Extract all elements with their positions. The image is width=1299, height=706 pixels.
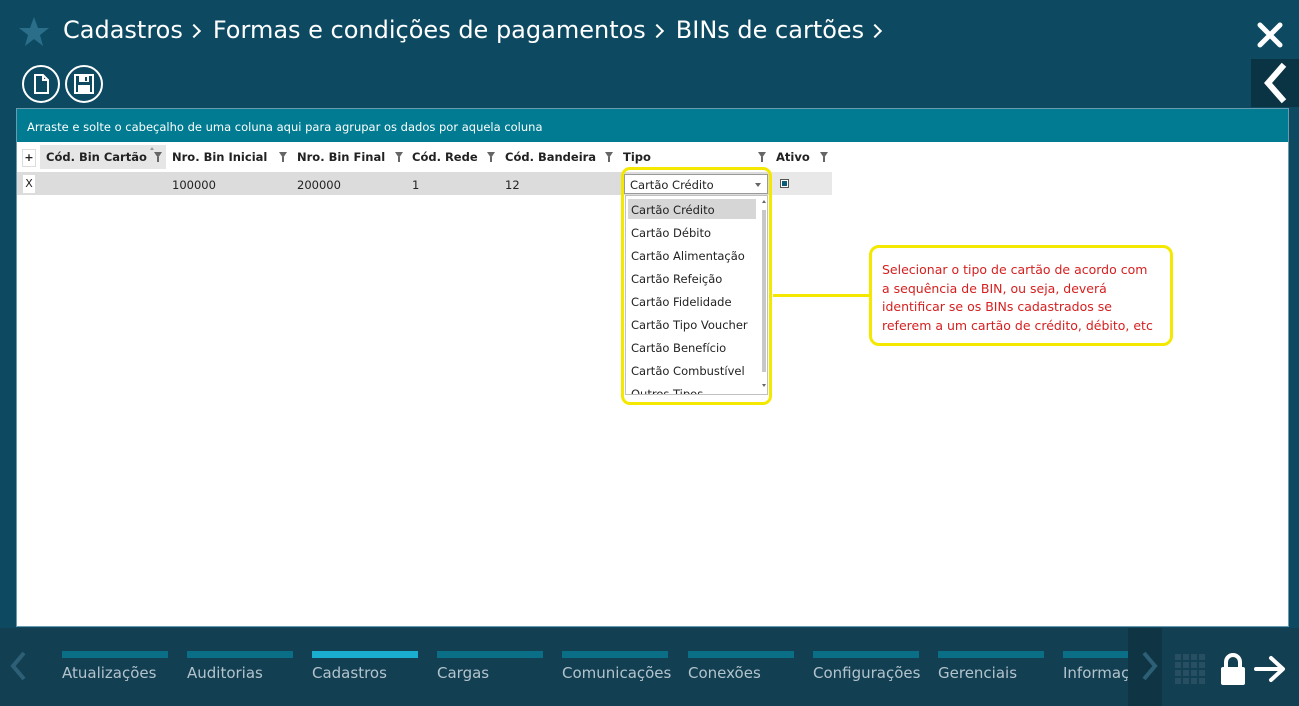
column-header-cod-rede[interactable]: Cód. Rede	[412, 145, 478, 169]
filter-icon[interactable]	[395, 152, 403, 162]
menu-item-label: Cargas	[437, 664, 490, 682]
bottom-menu-bar: Atualizações Auditorias Cadastros Cargas…	[0, 628, 1299, 706]
column-header-ativo[interactable]: Ativo	[776, 145, 810, 169]
menu-item-label: Configurações	[813, 664, 921, 682]
annotation-line: a sequência de BIN, ou seja, deverá	[882, 280, 1107, 296]
breadcrumb-item-formas-condicoes[interactable]: Formas e condições de pagamentos	[213, 16, 646, 44]
menu-item-bar	[187, 651, 293, 658]
menu-item-bar	[562, 651, 668, 658]
grid-header-row: + Cód. Bin Cartão Nro. Bin Inicial Nro. …	[17, 145, 1288, 169]
cell-cod-bandeira[interactable]: 12	[505, 178, 520, 192]
lock-icon[interactable]	[1219, 652, 1247, 686]
filter-icon[interactable]	[758, 152, 766, 162]
menu-item-label: Cadastros	[312, 664, 387, 682]
save-icon	[74, 74, 94, 94]
filter-icon[interactable]	[820, 152, 828, 162]
group-by-bar[interactable]: Arraste e solte o cabeçalho de uma colun…	[17, 109, 1288, 142]
cell-ativo	[769, 172, 832, 195]
filter-icon[interactable]	[487, 152, 495, 162]
column-header-tipo[interactable]: Tipo	[623, 145, 651, 169]
menu-item-label: Atualizações	[62, 664, 157, 682]
chevron-right-icon	[649, 23, 664, 39]
menu-item-gerenciais[interactable]: Gerenciais	[938, 651, 1044, 691]
annotation-line: referem a um cartão de crédito, débito, …	[882, 317, 1153, 333]
annotation-callout: Selecionar o tipo de cartão de acordo co…	[869, 245, 1173, 346]
menu-item-label: Auditorias	[187, 664, 263, 682]
menu-item-label: Informações	[1063, 664, 1128, 682]
column-header-nro-bin-inicial[interactable]: Nro. Bin Inicial	[172, 145, 267, 169]
menu-item-bar	[437, 651, 543, 658]
menu-item-bar	[312, 651, 418, 658]
highlight-box	[621, 167, 772, 405]
star-icon[interactable]	[18, 16, 50, 48]
bin-grid-panel: Arraste e solte o cabeçalho de uma colun…	[16, 108, 1289, 627]
menu-item-bar	[1063, 651, 1128, 658]
delete-row-button[interactable]: X	[23, 175, 35, 193]
menu-item-label: Gerenciais	[938, 664, 1018, 682]
menu-item-conexoes[interactable]: Conexões	[688, 651, 794, 691]
menu-item-bar	[62, 651, 168, 658]
menu-item-configuracoes[interactable]: Configurações	[813, 651, 921, 691]
sort-arrow-icon	[150, 147, 154, 150]
annotation-line: identificar se os BINs cadastrados se	[882, 299, 1112, 314]
bottom-menu: Atualizações Auditorias Cadastros Cargas…	[0, 628, 1128, 706]
close-icon[interactable]	[1256, 21, 1284, 49]
filter-icon[interactable]	[605, 152, 613, 162]
cell-nro-bin-final[interactable]: 200000	[297, 178, 341, 192]
column-header-nro-bin-final[interactable]: Nro. Bin Final	[297, 145, 385, 169]
callout-connector	[773, 294, 871, 297]
add-row-button[interactable]: +	[22, 149, 36, 167]
exit-arrow-icon[interactable]	[1254, 655, 1288, 683]
menu-item-auditorias[interactable]: Auditorias	[187, 651, 293, 691]
menu-item-bar	[688, 651, 794, 658]
chevron-right-icon	[186, 23, 201, 39]
menu-item-cargas[interactable]: Cargas	[437, 651, 543, 691]
save-button[interactable]	[65, 65, 103, 103]
chevron-right-icon	[868, 23, 883, 39]
menu-item-bar	[938, 651, 1044, 658]
menu-item-informacoes[interactable]: Informações	[1063, 651, 1128, 691]
breadcrumb: Cadastros Formas e condições de pagament…	[63, 14, 894, 46]
menu-item-bar	[813, 651, 919, 658]
menu-item-comunicacoes[interactable]: Comunicações	[562, 651, 672, 691]
column-header-cod-bandeira[interactable]: Cód. Bandeira	[505, 145, 596, 169]
ativo-checkbox[interactable]	[780, 179, 789, 188]
cell-nro-bin-inicial[interactable]: 100000	[172, 178, 216, 192]
new-document-icon	[34, 74, 49, 94]
new-button[interactable]	[22, 65, 60, 103]
menu-item-label: Conexões	[688, 664, 761, 682]
nav-right-icon[interactable]	[1140, 650, 1160, 682]
back-chevron-icon	[1264, 62, 1287, 104]
nav-left-icon[interactable]	[8, 650, 28, 682]
annotation-line: Selecionar o tipo de cartão de acordo co…	[882, 262, 1148, 277]
breadcrumb-item-cadastros[interactable]: Cadastros	[63, 16, 183, 44]
back-button[interactable]	[1251, 59, 1299, 107]
menu-item-cadastros[interactable]: Cadastros	[312, 651, 418, 691]
filter-icon[interactable]	[279, 152, 287, 162]
menu-item-label: Comunicações	[562, 664, 672, 682]
column-header-cod-bin-cartao[interactable]: Cód. Bin Cartão	[46, 145, 147, 169]
filter-icon[interactable]	[154, 152, 162, 162]
breadcrumb-item-bins-cartoes[interactable]: BINs de cartões	[676, 16, 864, 44]
menu-item-atualizacoes[interactable]: Atualizações	[62, 651, 168, 691]
cell-cod-rede[interactable]: 1	[412, 178, 419, 192]
grid-icon[interactable]	[1174, 653, 1206, 685]
